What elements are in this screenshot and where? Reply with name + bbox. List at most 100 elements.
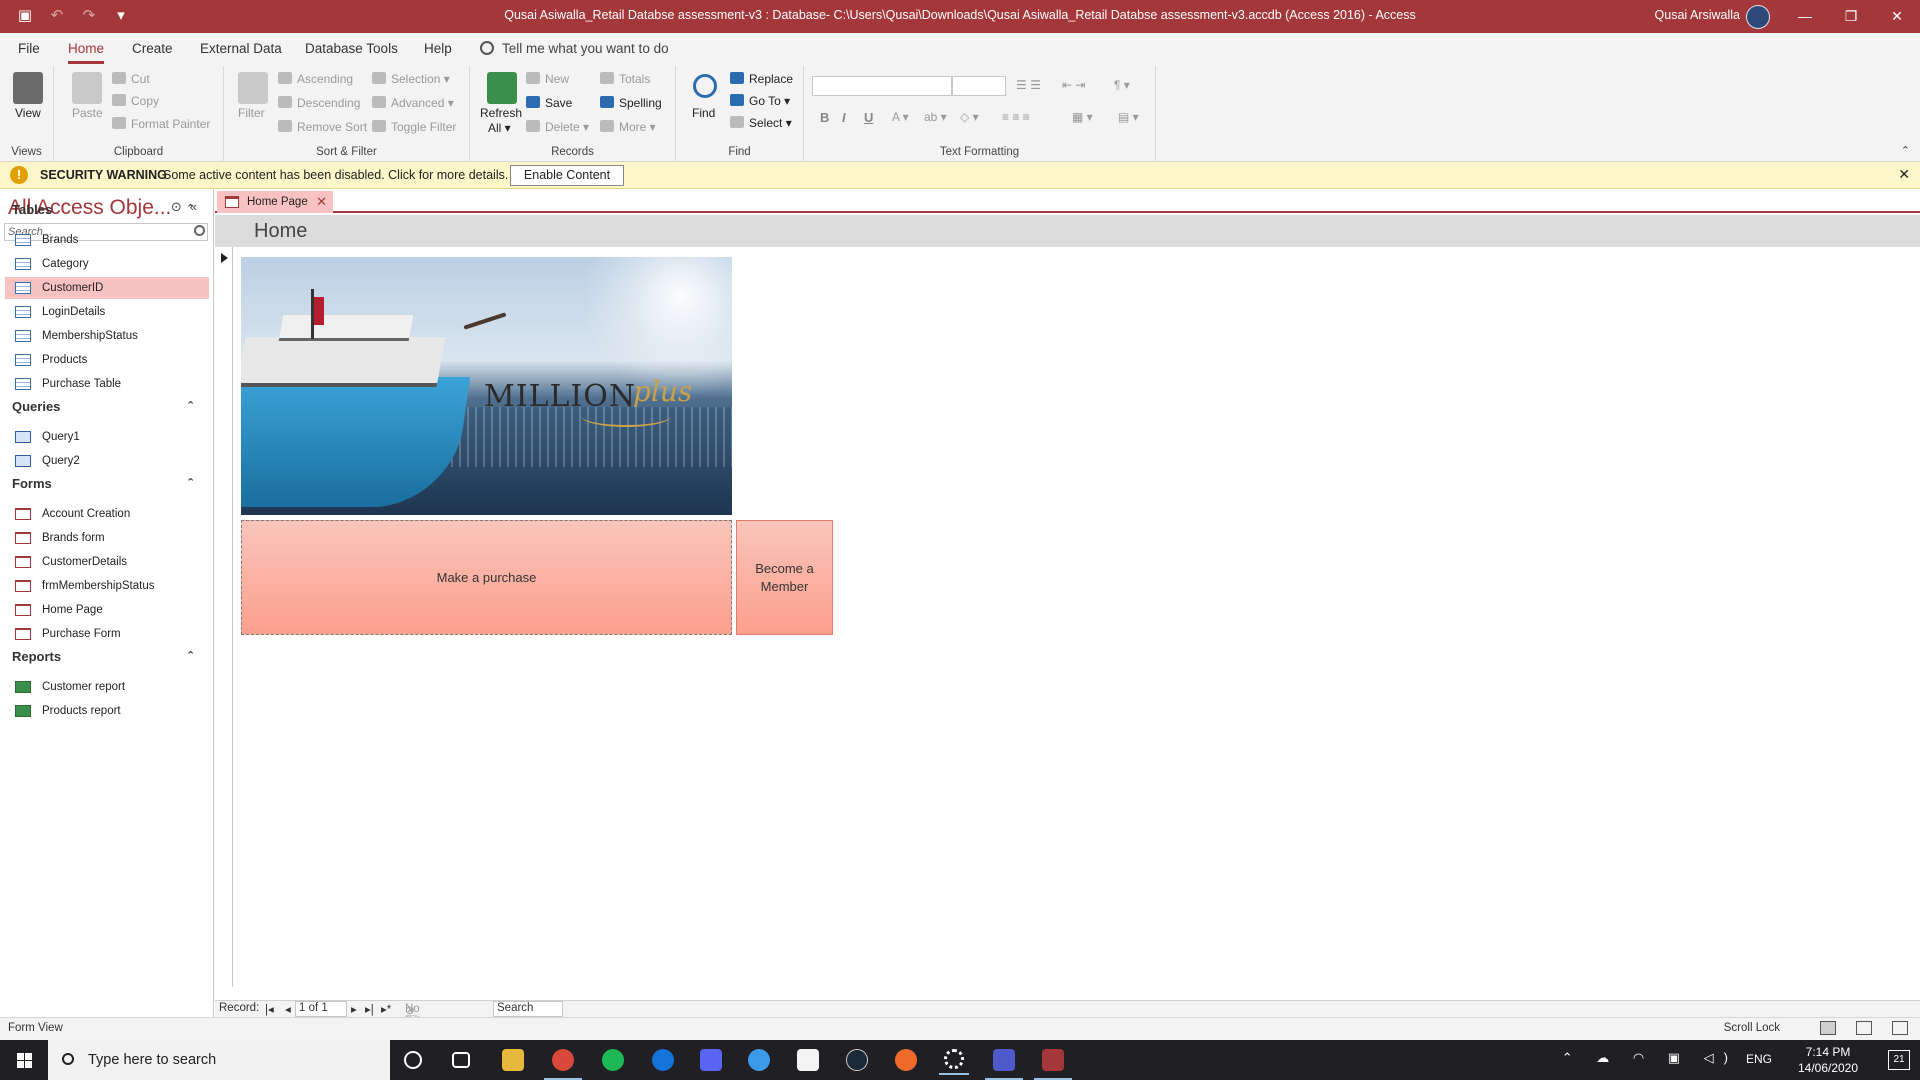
- selection-button[interactable]: Selection ▾: [372, 72, 450, 86]
- notification-center-icon[interactable]: 21: [1888, 1050, 1910, 1070]
- record-search-input[interactable]: Search: [493, 1001, 563, 1017]
- find-button[interactable]: Find: [692, 106, 715, 120]
- nav-item-customer-report[interactable]: Customer report: [5, 676, 209, 698]
- tab-file[interactable]: File: [18, 41, 40, 56]
- alt-row-color-icon[interactable]: ▤ ▾: [1118, 110, 1139, 124]
- nav-category-queries[interactable]: Queries ⌃: [12, 399, 195, 414]
- teams-icon[interactable]: [985, 1049, 1023, 1080]
- security-warning-message[interactable]: Some active content has been disabled. C…: [163, 168, 508, 182]
- indent-icon[interactable]: ⇤ ⇥: [1062, 78, 1085, 92]
- previous-record-button[interactable]: ◂: [285, 1002, 291, 1016]
- nav-item-products[interactable]: Products: [5, 349, 209, 371]
- paste-button[interactable]: Paste: [72, 106, 103, 120]
- gridlines-icon[interactable]: ▦ ▾: [1072, 110, 1093, 124]
- nav-item-purchase-form[interactable]: Purchase Form: [5, 623, 209, 645]
- steam-icon[interactable]: [846, 1049, 868, 1071]
- close-button[interactable]: ✕: [1874, 0, 1920, 33]
- tell-me-search[interactable]: Tell me what you want to do: [480, 41, 669, 56]
- refresh-all-button[interactable]: Refresh: [480, 106, 522, 120]
- start-button[interactable]: [0, 1040, 48, 1080]
- nav-item-query1[interactable]: Query1: [5, 426, 209, 448]
- make-purchase-button[interactable]: Make a purchase: [241, 520, 732, 635]
- chrome-icon[interactable]: [544, 1049, 582, 1080]
- align-icons[interactable]: ≡ ≡ ≡: [1002, 110, 1030, 124]
- design-view-icon[interactable]: [1892, 1021, 1908, 1035]
- delete-record-button[interactable]: Delete ▾: [526, 120, 589, 134]
- clock[interactable]: 7:14 PM 14/06/2020: [1788, 1044, 1868, 1076]
- taskbar-search[interactable]: Type here to search: [48, 1040, 390, 1080]
- collapse-category-icon[interactable]: ⌃: [186, 476, 195, 489]
- refresh-icon[interactable]: [487, 72, 517, 104]
- first-record-button[interactable]: |◂: [265, 1002, 274, 1016]
- task-view-icon[interactable]: [452, 1052, 470, 1068]
- language-indicator[interactable]: ENG: [1746, 1052, 1772, 1066]
- nav-item-brands-form[interactable]: Brands form: [5, 527, 209, 549]
- nav-item-products-report[interactable]: Products report: [5, 700, 209, 722]
- italic-button[interactable]: I: [842, 110, 846, 125]
- minimize-button[interactable]: —: [1782, 0, 1828, 33]
- file-explorer-icon[interactable]: [502, 1049, 524, 1071]
- user-name[interactable]: Qusai Arsiwalla: [1655, 8, 1740, 22]
- next-record-button[interactable]: ▸: [351, 1002, 357, 1016]
- copy-button[interactable]: Copy: [112, 94, 159, 108]
- discord-icon[interactable]: [700, 1049, 722, 1071]
- fill-color-icon[interactable]: ◇ ▾: [960, 110, 979, 124]
- nav-item-query2[interactable]: Query2: [5, 450, 209, 472]
- format-painter-button[interactable]: Format Painter: [112, 117, 210, 131]
- view-icon[interactable]: [13, 72, 43, 104]
- refresh-all-sub[interactable]: All ▾: [488, 121, 511, 135]
- font-name-select[interactable]: [812, 76, 952, 96]
- last-record-button[interactable]: ▸|: [365, 1002, 374, 1016]
- current-record-input[interactable]: 1 of 1: [295, 1001, 347, 1017]
- nav-category-reports[interactable]: Reports ⌃: [12, 649, 195, 664]
- avatar[interactable]: [1746, 5, 1770, 29]
- collapse-ribbon-icon[interactable]: ⌃: [1901, 144, 1910, 157]
- close-icon[interactable]: ✕: [1898, 166, 1910, 183]
- rtl-icon[interactable]: ¶ ▾: [1114, 78, 1130, 92]
- nav-item-customerdetails[interactable]: CustomerDetails: [5, 551, 209, 573]
- save-record-button[interactable]: Save: [526, 96, 572, 110]
- find-icon[interactable]: [693, 74, 717, 98]
- select-button[interactable]: Select ▾: [730, 116, 792, 130]
- nav-item-home-page[interactable]: Home Page: [5, 599, 209, 621]
- new-record-nav-button[interactable]: ▸*: [381, 1002, 391, 1016]
- highlight-icon[interactable]: ab ▾: [924, 110, 947, 124]
- nav-item-purchase-table[interactable]: Purchase Table: [5, 373, 209, 395]
- notepad-icon[interactable]: [797, 1049, 819, 1071]
- filter-icon[interactable]: [238, 72, 268, 104]
- close-tab-icon[interactable]: ✕: [316, 191, 327, 213]
- toggle-filter-button[interactable]: Toggle Filter: [372, 120, 456, 134]
- tab-help[interactable]: Help: [424, 41, 452, 56]
- font-color-icon[interactable]: A ▾: [892, 110, 909, 124]
- edge-icon[interactable]: [652, 1049, 674, 1071]
- nav-item-customerid[interactable]: CustomerID: [5, 277, 209, 299]
- goto-button[interactable]: Go To ▾: [730, 94, 790, 108]
- app-icon[interactable]: [748, 1049, 770, 1071]
- nav-category-forms[interactable]: Forms ⌃: [12, 476, 195, 491]
- view-button[interactable]: View: [15, 106, 41, 120]
- nav-item-frmmembershipstatus[interactable]: frmMembershipStatus: [5, 575, 209, 597]
- record-selector[interactable]: [215, 247, 233, 987]
- nav-item-logindetails[interactable]: LoginDetails: [5, 301, 209, 323]
- nav-item-membershipstatus[interactable]: MembershipStatus: [5, 325, 209, 347]
- more-button[interactable]: More ▾: [600, 120, 656, 134]
- collapse-category-icon[interactable]: ⌃: [186, 649, 195, 662]
- collapse-category-icon[interactable]: ⌃: [186, 202, 195, 215]
- new-record-button[interactable]: New: [526, 72, 569, 86]
- cortana-icon[interactable]: [404, 1051, 422, 1069]
- underline-button[interactable]: U: [864, 110, 873, 125]
- nav-item-category[interactable]: Category: [5, 253, 209, 275]
- ascending-button[interactable]: Ascending: [278, 72, 353, 86]
- spelling-button[interactable]: Spelling: [600, 96, 662, 110]
- settings-gear-icon[interactable]: [939, 1049, 969, 1075]
- collapse-category-icon[interactable]: ⌃: [186, 399, 195, 412]
- bullets-icon[interactable]: ☰ ☰: [1016, 78, 1041, 92]
- remove-sort-button[interactable]: Remove Sort: [278, 120, 367, 134]
- access-icon[interactable]: [1034, 1049, 1072, 1080]
- tab-database-tools[interactable]: Database Tools: [305, 41, 398, 56]
- security-warning-bar[interactable]: ! SECURITY WARNING Some active content h…: [0, 162, 1920, 189]
- restore-button[interactable]: ❐: [1828, 0, 1874, 33]
- replace-button[interactable]: Replace: [730, 72, 793, 86]
- become-member-button[interactable]: Become a Member: [736, 520, 833, 635]
- nav-item-account-creation[interactable]: Account Creation: [5, 503, 209, 525]
